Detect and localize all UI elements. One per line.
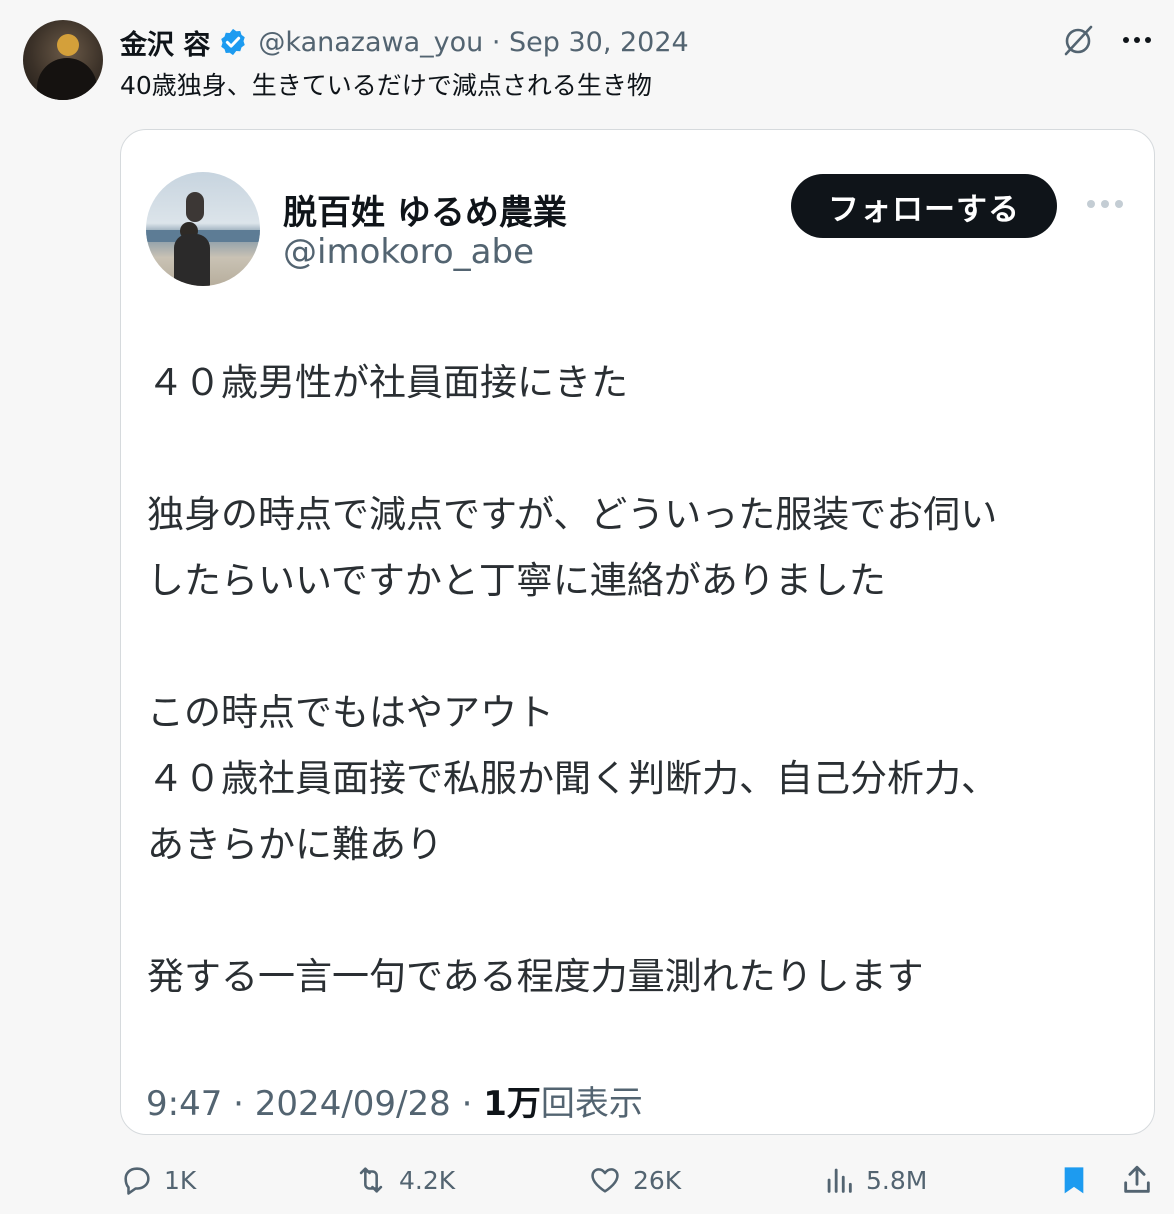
quoted-line: ４０歳社員面接で私服か聞く判断力、自己分析力、 [147, 757, 998, 800]
grok-icon[interactable] [1060, 22, 1096, 58]
more-icon[interactable] [1122, 35, 1152, 45]
share-icon [1120, 1162, 1154, 1198]
avatar-baby [186, 192, 204, 222]
repost-icon [353, 1163, 389, 1197]
reply-count: 1K [164, 1165, 197, 1195]
quoted-post-body: ４０歳男性が社員面接にきた 独身の時点で減点ですが、どういった服装でお伺い した… [147, 350, 998, 1010]
like-count: 26K [633, 1165, 682, 1195]
quoted-line: あきらかに難あり [147, 823, 443, 866]
post-top-actions [1060, 22, 1152, 58]
author-name[interactable]: 金沢 容 [120, 23, 210, 62]
repost-count: 4.2K [399, 1165, 456, 1195]
quoted-more-icon[interactable] [1085, 195, 1125, 214]
bookmark-icon [1058, 1162, 1090, 1198]
quoted-post-meta: 9:47 · 2024/09/28 · 1万回表示 [146, 1076, 643, 1125]
quoted-author-avatar[interactable] [146, 172, 260, 286]
post-date[interactable]: Sep 30, 2024 [509, 27, 689, 58]
quoted-line-gap [147, 614, 998, 680]
quoted-line-gap [147, 416, 998, 482]
quoted-post-time[interactable]: 9:47 [146, 1084, 222, 1124]
avatar-face [57, 34, 79, 56]
quoted-line: したらいいですかと丁寧に連絡がありました [147, 559, 886, 602]
meta-separator: · [491, 26, 501, 58]
post-text: 40歳独身、生きているだけで減点される生き物 [120, 71, 652, 100]
reply-icon [120, 1163, 154, 1197]
post-avatar[interactable] [23, 20, 103, 100]
views-icon [822, 1163, 856, 1197]
verified-badge-icon [218, 27, 248, 57]
like-button[interactable]: 26K [587, 1156, 681, 1204]
quoted-author-name[interactable]: 脱百姓 ゆるめ農業 [283, 185, 567, 234]
views-count: 5.8M [866, 1165, 928, 1195]
quoted-line: 発する一言一句である程度力量測れたりします [147, 955, 924, 998]
avatar-person [174, 234, 210, 286]
avatar-body [37, 58, 97, 100]
quoted-line: ４０歳男性が社員面接にきた [147, 361, 628, 404]
share-button[interactable] [1120, 1156, 1154, 1204]
follow-button[interactable]: フォローする [791, 174, 1057, 238]
meta-separator: · [233, 1084, 255, 1124]
reply-button[interactable]: 1K [120, 1156, 196, 1204]
quoted-line-gap [147, 878, 998, 944]
quoted-line: 独身の時点で減点ですが、どういった服装でお伺い [147, 493, 998, 536]
quoted-post-card[interactable]: 脱百姓 ゆるめ農業 @imokoro_abe フォローする ４０歳男性が社員面接… [120, 129, 1155, 1135]
post-header: 金沢 容 @kanazawa_you · Sep 30, 2024 [120, 22, 689, 62]
meta-separator: · [461, 1084, 484, 1124]
views-button[interactable]: 5.8M [822, 1156, 927, 1204]
quoted-views-count: 1万 [483, 1084, 541, 1124]
author-handle[interactable]: @kanazawa_you [258, 27, 483, 58]
repost-button[interactable]: 4.2K [353, 1156, 455, 1204]
post-action-bar: 1K 4.2K 26K 5.8M [120, 1156, 1160, 1204]
bookmark-button[interactable] [1058, 1156, 1090, 1204]
quoted-views-label: 回表示 [540, 1084, 643, 1124]
like-icon [587, 1163, 623, 1197]
quoted-line: この時点でもはやアウト [147, 691, 554, 734]
quoted-author-handle[interactable]: @imokoro_abe [283, 232, 534, 272]
quoted-post-date[interactable]: 2024/09/28 [255, 1084, 451, 1124]
